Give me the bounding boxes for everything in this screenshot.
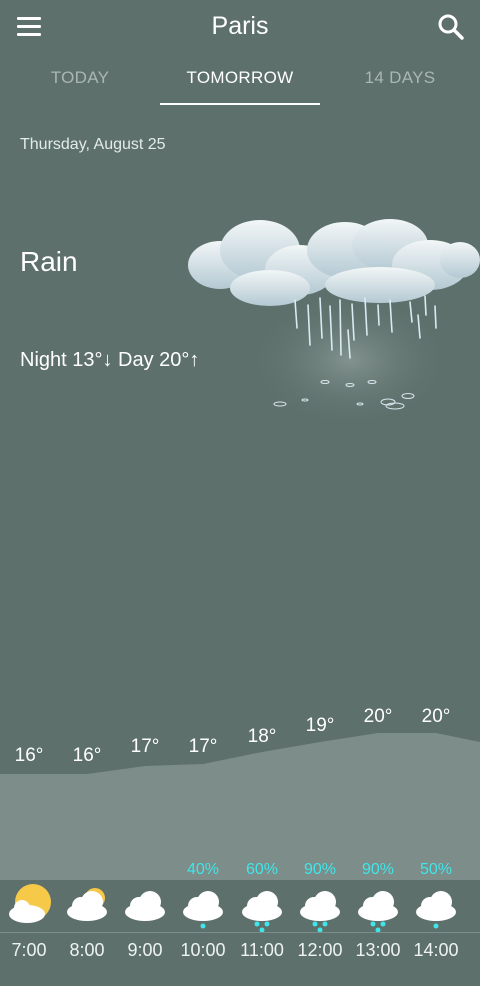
tab-today[interactable]: TODAY <box>0 68 160 88</box>
precipitation-chance: 90% <box>361 861 395 878</box>
light-rain-icon <box>179 880 227 929</box>
hourly-temperature: 17° <box>130 736 160 757</box>
hourly-temperature: 16° <box>72 745 102 766</box>
hourly-time: 13:00 <box>355 940 401 960</box>
hourly-temperature: 16° <box>14 745 44 766</box>
hourly-temperature: 20° <box>363 706 393 727</box>
hourly-time: 11:00 <box>240 940 284 960</box>
hourly-divider <box>0 932 480 933</box>
partly-sunny-icon <box>5 880 53 928</box>
light-rain-icon <box>412 880 460 929</box>
hourly-temperature: 20° <box>421 706 451 727</box>
hourly-temperature: 17° <box>188 736 218 757</box>
tab-bar: TODAY TOMORROW 14 DAYS <box>0 56 480 106</box>
hourly-temperature: 18° <box>247 726 277 747</box>
forecast-date: Thursday, August 25 <box>20 136 166 153</box>
night-day-temperatures: Night 13°↓ Day 20°↑ <box>20 349 200 371</box>
tab-tomorrow[interactable]: TOMORROW <box>160 68 320 88</box>
hourly-time: 12:00 <box>297 940 343 960</box>
rain-icon <box>238 880 286 933</box>
hourly-time: 9:00 <box>127 940 163 960</box>
rain-cloud-icon <box>180 210 480 440</box>
precipitation-chance: 40% <box>186 861 220 878</box>
precipitation-chance: 60% <box>245 861 279 878</box>
city-title: Paris <box>211 12 269 40</box>
rain-icon <box>296 880 344 933</box>
weather-condition: Rain <box>20 246 78 277</box>
hourly-time: 10:00 <box>180 940 226 960</box>
search-icon[interactable] <box>434 10 468 44</box>
rain-icon <box>354 880 402 933</box>
hourly-time: 14:00 <box>413 940 459 960</box>
hourly-temperature: 19° <box>305 715 335 736</box>
tab-14-days[interactable]: 14 DAYS <box>320 68 480 88</box>
hourly-time: 7:00 <box>11 940 47 960</box>
hourly-time: 8:00 <box>69 940 105 960</box>
cloud-icon <box>121 880 169 928</box>
active-tab-indicator <box>160 103 320 105</box>
precipitation-chance: 50% <box>419 861 453 878</box>
partly-cloudy-icon <box>63 880 111 928</box>
top-bar: Paris <box>0 0 480 56</box>
precipitation-chance: 90% <box>303 861 337 878</box>
